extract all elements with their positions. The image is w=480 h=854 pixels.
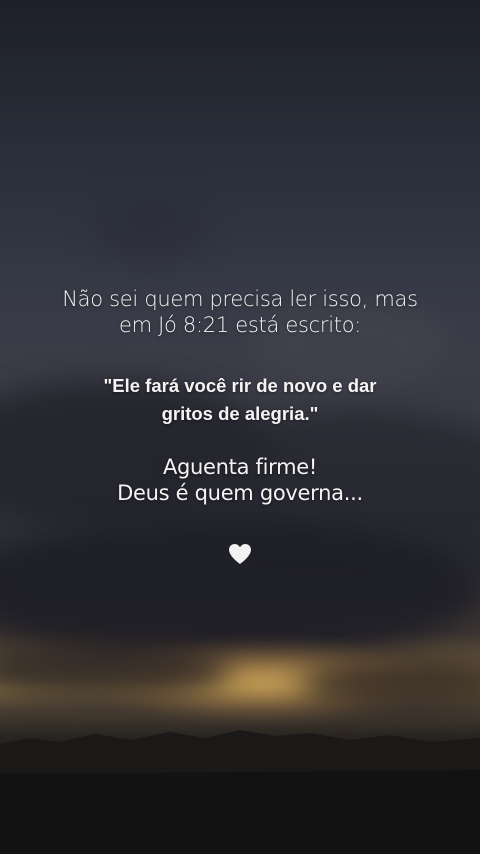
intro-line: Não sei quem precisa ler isso, mas: [62, 287, 418, 311]
verse-quote: "Ele fará você rir de novo e dar gritos …: [0, 372, 480, 428]
verse-line: gritos de alegria.": [161, 403, 319, 424]
mountain-silhouette: [0, 730, 480, 854]
message-block: Não sei quem precisa ler isso, mas em Jó…: [0, 286, 480, 506]
verse-line: "Ele fará você rir de novo e dar: [103, 375, 377, 396]
closing-line: Aguenta firme!: [162, 455, 318, 479]
cloud-shape: [0, 520, 480, 660]
white-heart-icon: [229, 544, 251, 564]
intro-line: em Jó 8:21 está escrito:: [118, 313, 362, 337]
closing-text: Aguenta firme! Deus é quem governa...: [0, 454, 480, 506]
closing-line: Deus é quem governa...: [117, 481, 363, 505]
story-background: Não sei quem precisa ler isso, mas em Jó…: [0, 0, 480, 854]
intro-text: Não sei quem precisa ler isso, mas em Jó…: [0, 286, 480, 338]
cloud-shape: [90, 190, 210, 260]
